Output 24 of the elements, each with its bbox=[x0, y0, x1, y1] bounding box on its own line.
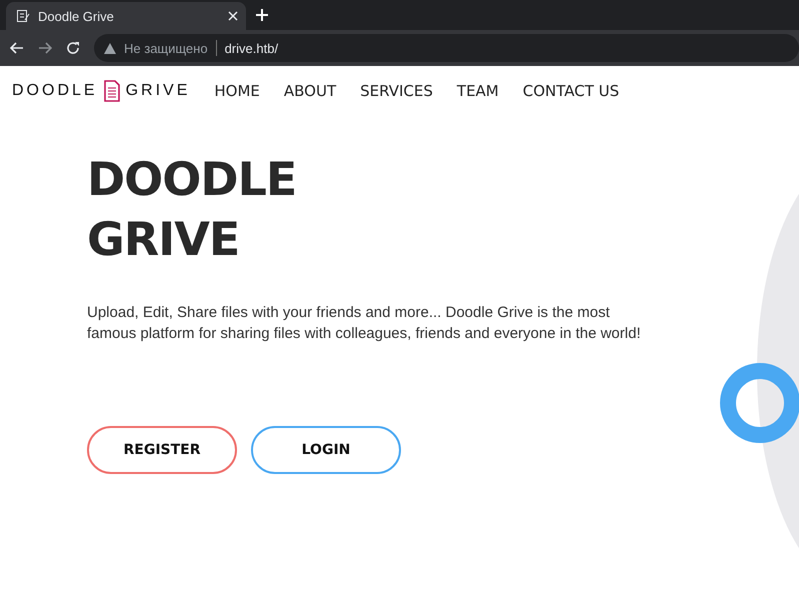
address-bar[interactable]: Не защищено drive.htb/ bbox=[94, 34, 799, 62]
hero-title: DOODLE bbox=[87, 151, 298, 208]
logo-text: GRIVE bbox=[126, 82, 190, 100]
hero-title: GRIVE bbox=[87, 211, 240, 268]
document-icon bbox=[104, 80, 120, 102]
login-button[interactable]: LOGIN bbox=[251, 426, 401, 474]
close-icon[interactable] bbox=[228, 11, 238, 21]
nav-link[interactable]: SERVICES bbox=[348, 82, 445, 100]
nav-link[interactable]: ABOUT bbox=[272, 82, 348, 100]
nav-link[interactable]: CONTACT US bbox=[510, 82, 632, 100]
nav-link[interactable]: HOME bbox=[202, 82, 272, 100]
nav-link[interactable]: TEAM bbox=[444, 82, 511, 100]
register-button[interactable]: REGISTER bbox=[87, 426, 237, 474]
warning-icon bbox=[104, 42, 116, 54]
document-icon bbox=[16, 9, 30, 23]
url-text: drive.htb/ bbox=[224, 40, 278, 56]
hero-description: Upload, Edit, Share files with your friends and more... Doodle Grive is the most famous platform for sharing files with colleagues, friends and everyone in the world! bbox=[87, 303, 642, 344]
browser-tab[interactable]: Doodle Grive bbox=[6, 2, 246, 30]
back-icon[interactable] bbox=[10, 42, 24, 54]
logo-text: DOODLE bbox=[12, 82, 98, 100]
forward-icon[interactable] bbox=[38, 42, 52, 54]
security-label: Не защищено bbox=[124, 40, 208, 56]
reload-icon[interactable] bbox=[66, 41, 80, 55]
new-tab-icon[interactable] bbox=[256, 9, 268, 21]
